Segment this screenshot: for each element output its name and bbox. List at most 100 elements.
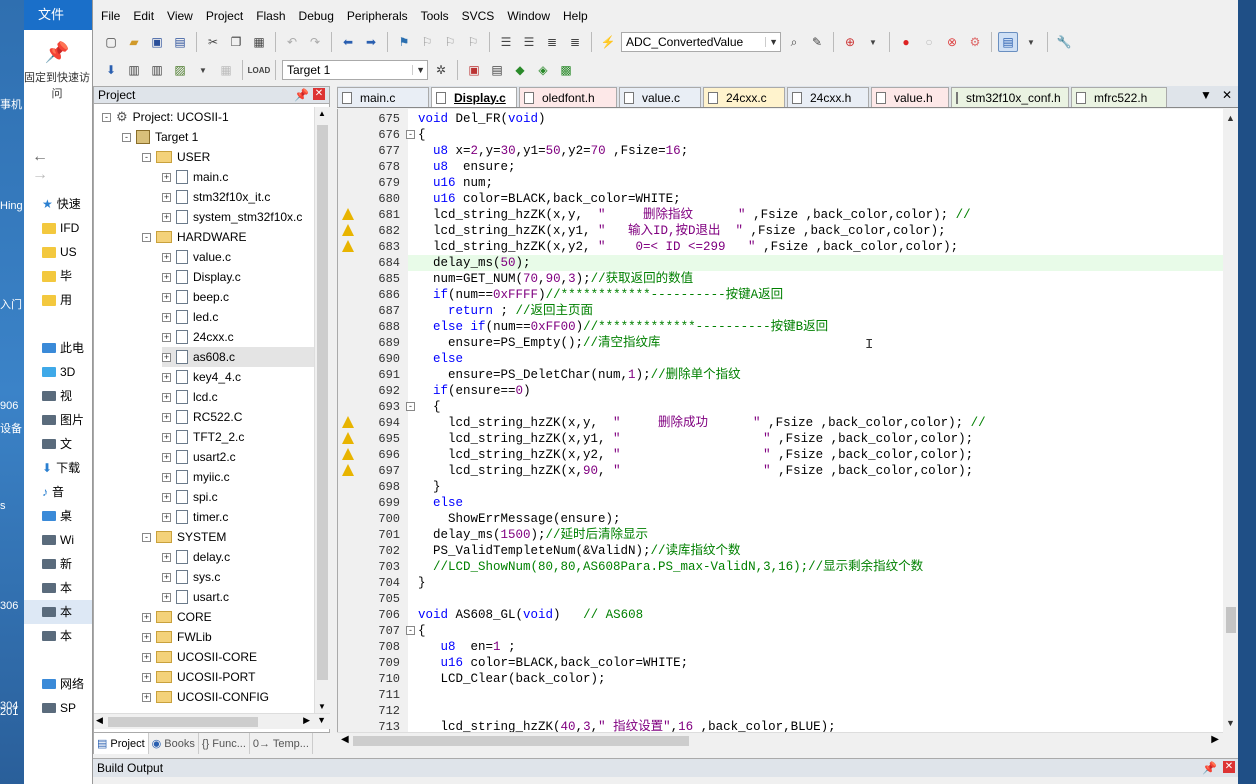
- code-line[interactable]: 703 //LCD_ShowNum(80,80,AS608Para.PS_max…: [338, 559, 1223, 575]
- expand-icon[interactable]: +: [162, 352, 171, 362]
- editor-tab[interactable]: main.c: [337, 87, 429, 107]
- expand-icon[interactable]: +: [142, 652, 151, 662]
- desktop-icon-label[interactable]: s: [0, 500, 6, 512]
- pack-installer-icon[interactable]: ◈: [533, 60, 553, 80]
- menu-item-flash[interactable]: Flash: [256, 9, 292, 23]
- explorer-nav-item[interactable]: ⬇ 下载: [42, 456, 93, 480]
- file-extensions-icon[interactable]: ▣: [464, 60, 484, 80]
- editor-tab[interactable]: mfrc522.h: [1071, 87, 1167, 107]
- dropdown-arrow-icon[interactable]: ▼: [193, 60, 213, 80]
- project-pane-tab[interactable]: ▤ Project: [94, 733, 149, 754]
- code-line[interactable]: 705: [338, 591, 1223, 607]
- project-tree-item[interactable]: +24cxx.c: [162, 327, 234, 347]
- explorer-nav-item[interactable]: 本: [24, 600, 93, 624]
- project-pane-tab[interactable]: {} Func...: [199, 733, 250, 754]
- project-tree-item[interactable]: + key4_4.c: [162, 367, 241, 387]
- kill-breakpoints-icon[interactable]: ⊗: [942, 32, 962, 52]
- project-tree-item[interactable]: + CORE: [142, 607, 212, 627]
- code-line[interactable]: 702 PS_ValidTempleteNum(&ValidN);//读库指纹个…: [338, 543, 1223, 559]
- nav-forward-icon[interactable]: ➡: [361, 32, 381, 52]
- explorer-nav-item[interactable]: 文: [42, 432, 93, 456]
- bookmark-icon[interactable]: ⚑: [394, 32, 414, 52]
- menu-item-tools[interactable]: Tools: [421, 9, 456, 23]
- project-horizontal-scrollbar[interactable]: ◀ ▶ ▼: [94, 713, 330, 729]
- editor-tab[interactable]: Display.c: [431, 87, 517, 107]
- nav-back-icon[interactable]: ⬅: [338, 32, 358, 52]
- expand-icon[interactable]: +: [162, 212, 171, 222]
- explorer-nav-item[interactable]: 用: [42, 288, 93, 312]
- code-line[interactable]: 699 else: [338, 495, 1223, 511]
- scrollbar-thumb[interactable]: [353, 736, 689, 746]
- menu-item-svcs[interactable]: SVCS: [462, 9, 502, 23]
- uncomment-icon[interactable]: ≣: [565, 32, 585, 52]
- project-tree-item[interactable]: - ⚙ Project: UCOSII-1: [102, 107, 229, 127]
- code-line[interactable]: 686 if(num==0xFFFF)//************-------…: [338, 287, 1223, 303]
- scroll-down-icon[interactable]: ▼: [317, 715, 326, 725]
- expand-icon[interactable]: +: [162, 512, 171, 522]
- expand-icon[interactable]: +: [142, 672, 151, 682]
- code-line[interactable]: 689 ensure=PS_Empty();//清空指纹库: [338, 335, 1223, 351]
- pin-to-quick-access-button[interactable]: 📌 固定到快速访问: [24, 38, 90, 110]
- project-tree-item[interactable]: + beep.c: [162, 287, 229, 307]
- menu-item-project[interactable]: Project: [206, 9, 250, 23]
- desktop-icon-label[interactable]: 事机: [0, 96, 22, 112]
- expand-icon[interactable]: +: [142, 692, 151, 702]
- explorer-nav-item[interactable]: [42, 312, 93, 336]
- open-file-icon[interactable]: ▰: [124, 32, 144, 52]
- paste-icon[interactable]: ▦: [249, 32, 269, 52]
- breakpoint-icon[interactable]: ●: [896, 32, 916, 52]
- debug-search-icon[interactable]: ⊕: [840, 32, 860, 52]
- explorer-nav-item[interactable]: 此电: [42, 336, 93, 360]
- project-pane-tab[interactable]: 0→ Temp...: [250, 733, 313, 754]
- editor-tab[interactable]: 24cxx.h: [787, 87, 869, 107]
- expand-icon[interactable]: +: [162, 452, 171, 462]
- project-tree-item[interactable]: + system_stm32f10x.c: [162, 207, 302, 227]
- clear-bookmarks-icon[interactable]: ⚐: [463, 32, 483, 52]
- fold-toggle-icon[interactable]: -: [406, 130, 415, 139]
- project-tree-item[interactable]: + RC522.C: [162, 407, 242, 427]
- expand-icon[interactable]: +: [162, 592, 171, 602]
- project-tree-item[interactable]: + FWLib: [142, 627, 212, 647]
- collapse-icon[interactable]: -: [142, 152, 151, 162]
- next-bookmark-icon[interactable]: ⚐: [440, 32, 460, 52]
- project-tree-item[interactable]: + led.c: [162, 307, 218, 327]
- tab-list-dropdown-icon[interactable]: ▼: [1200, 88, 1212, 102]
- code-line[interactable]: 692 if(ensure==0): [338, 383, 1223, 399]
- expand-icon[interactable]: +: [162, 472, 171, 482]
- dropdown-arrow-icon[interactable]: ▼: [863, 32, 883, 52]
- code-line[interactable]: 683 lcd_string_hzZK(x,y2, " 0=< ID <=299…: [338, 239, 1223, 255]
- pin-pane-icon[interactable]: 📌: [1202, 761, 1217, 775]
- code-line[interactable]: 697 lcd_string_hzZK(x,90, " " ,Fsize ,ba…: [338, 463, 1223, 479]
- code-line[interactable]: 679 u16 num;: [338, 175, 1223, 191]
- code-line[interactable]: 708 u8 en=1 ;: [338, 639, 1223, 655]
- project-tree-item[interactable]: - Target 1: [122, 127, 198, 147]
- desktop-icon-label[interactable]: Hing: [0, 200, 23, 212]
- expand-icon[interactable]: +: [162, 432, 171, 442]
- collapse-icon[interactable]: -: [142, 232, 151, 242]
- code-line[interactable]: 706 void AS608_GL(void) // AS608: [338, 607, 1223, 623]
- chevron-down-icon[interactable]: ▼: [765, 37, 778, 47]
- code-line[interactable]: 681 lcd_string_hzZK(x,y, " 删除指纹 " ,Fsize…: [338, 207, 1223, 223]
- scroll-right-icon[interactable]: ▶: [303, 715, 310, 726]
- project-tree-item[interactable]: + myiic.c: [162, 467, 230, 487]
- save-all-icon[interactable]: ▤: [170, 32, 190, 52]
- scroll-down-icon[interactable]: ▼: [318, 702, 326, 711]
- project-pane-tab[interactable]: ◉ Books: [149, 733, 199, 754]
- project-tree-item[interactable]: + usart2.c: [162, 447, 236, 467]
- code-line[interactable]: 691 ensure=PS_DeletChar(num,1);//删除单个指纹: [338, 367, 1223, 383]
- explorer-nav-item[interactable]: 视: [42, 384, 93, 408]
- project-tree-item[interactable]: + UCOSII-CORE: [142, 647, 257, 667]
- code-line[interactable]: 693- {: [338, 399, 1223, 415]
- project-tree-item[interactable]: + lcd.c: [162, 387, 218, 407]
- code-line[interactable]: 704}: [338, 575, 1223, 591]
- explorer-nav-item[interactable]: 毕: [42, 264, 93, 288]
- target-combo[interactable]: Target 1 ▼: [282, 60, 428, 80]
- scroll-up-icon[interactable]: ▲: [318, 109, 326, 118]
- code-line[interactable]: 685 num=GET_NUM(70,90,3);//获取返回的数值: [338, 271, 1223, 287]
- code-line[interactable]: 713 lcd_string_hzZK(40,3," 指纹设置",16 ,bac…: [338, 719, 1223, 732]
- window-layout-icon[interactable]: ▤: [998, 32, 1018, 52]
- indent-icon[interactable]: ☰: [496, 32, 516, 52]
- find-in-files-icon[interactable]: ⚡: [598, 32, 618, 52]
- editor-vertical-scrollbar[interactable]: ▲ ▼: [1223, 109, 1239, 732]
- expand-icon[interactable]: +: [162, 252, 171, 262]
